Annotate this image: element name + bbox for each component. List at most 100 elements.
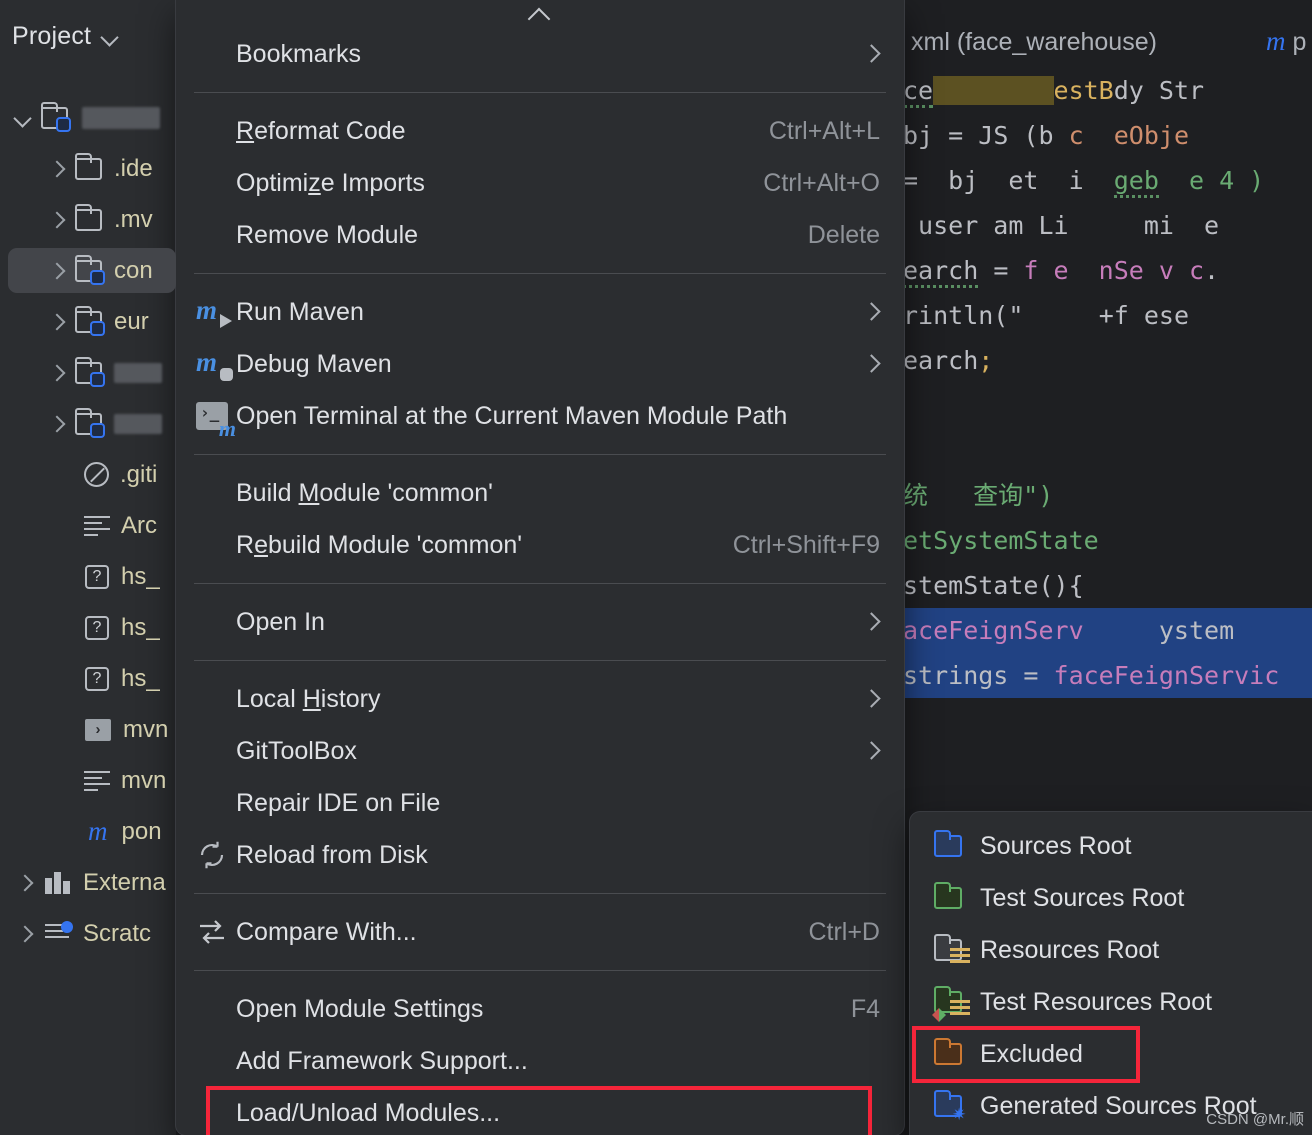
chevron-right-icon xyxy=(864,302,880,322)
test-resources-root-folder-icon xyxy=(932,986,980,1022)
chevron-down-icon[interactable] xyxy=(101,28,118,45)
menu-item-repair-ide-on-file[interactable]: Repair IDE on File xyxy=(176,777,904,829)
submenu-item-excluded[interactable]: Excluded xyxy=(910,1028,1312,1080)
menu-item-open-in[interactable]: Open In xyxy=(176,596,904,648)
gitignore-icon xyxy=(84,462,109,487)
menu-item-remove-module[interactable]: Remove Module Delete xyxy=(176,209,904,261)
editor-tab-pom[interactable]: m p xyxy=(1266,26,1306,57)
submenu-item-resources-root[interactable]: Resources Root xyxy=(910,924,1312,976)
editor-tab-xml-label: xml (face_warehouse) xyxy=(911,28,1157,56)
menu-item-load-unload-modules[interactable]: Load/Unload Modules... xyxy=(176,1087,904,1135)
menu-item-add-framework-support[interactable]: Add Framework Support... xyxy=(176,1035,904,1087)
context-menu[interactable]: Bookmarks Reformat Code Ctrl+Alt+L Optim… xyxy=(176,0,904,1135)
sidebar-item-external-libraries[interactable]: Externa xyxy=(0,857,176,908)
menu-item-shortcut: Ctrl+Shift+F9 xyxy=(732,530,880,559)
folder-module-icon xyxy=(41,101,71,132)
sidebar-item-label: mvn xyxy=(121,766,167,794)
sidebar-item-hs-2[interactable]: ? hs_ xyxy=(0,602,176,653)
project-panel-title[interactable]: Project xyxy=(0,0,176,51)
sidebar-item-eureka[interactable]: eur xyxy=(0,296,176,347)
scratches-icon xyxy=(45,920,73,944)
sidebar-item-module-5[interactable] xyxy=(0,347,176,398)
menu-separator xyxy=(194,970,886,971)
menu-item-bookmarks[interactable]: Bookmarks xyxy=(176,28,904,80)
sidebar-item-hs-3[interactable]: ? hs_ xyxy=(0,653,176,704)
submenu-item-test-sources-root[interactable]: Test Sources Root xyxy=(910,872,1312,924)
submenu-item-test-resources-root[interactable]: Test Resources Root xyxy=(910,976,1312,1028)
menu-item-open-terminal-at-maven-module-path[interactable]: ›_ m Open Terminal at the Current Maven M… xyxy=(176,390,904,442)
menu-item-label: Compare With... xyxy=(236,917,417,946)
test-sources-root-folder-icon xyxy=(934,882,980,913)
sidebar-item-scratches[interactable]: Scratc xyxy=(0,908,176,959)
script-file-icon: › xyxy=(85,718,111,741)
maven-terminal-icon: ›_ m xyxy=(196,402,236,440)
sidebar-item-label: hs_ xyxy=(121,664,160,692)
unknown-file-icon: ? xyxy=(85,615,109,640)
maven-run-icon: m xyxy=(196,297,236,328)
tree-item-root[interactable] xyxy=(0,92,176,143)
menu-item-reformat-code[interactable]: Reformat Code Ctrl+Alt+L xyxy=(176,105,904,157)
chevron-right-icon[interactable] xyxy=(46,363,66,383)
maven-pom-icon: m xyxy=(88,816,108,846)
menu-item-label: Build Module 'common' xyxy=(236,478,493,507)
menu-item-open-module-settings[interactable]: Open Module Settings F4 xyxy=(176,983,904,1035)
sidebar-item-label: .ide xyxy=(114,154,153,182)
folder-module-icon xyxy=(75,407,105,438)
menu-item-build-module[interactable]: Build Module 'common' xyxy=(176,467,904,519)
chevron-right-icon[interactable] xyxy=(46,159,66,179)
menu-item-debug-maven[interactable]: m Debug Maven xyxy=(176,338,904,390)
menu-separator xyxy=(194,583,886,584)
sidebar-item-label: hs_ xyxy=(121,562,160,590)
menu-item-run-maven[interactable]: m Run Maven xyxy=(176,286,904,338)
menu-item-reload-from-disk[interactable]: Reload from Disk xyxy=(176,829,904,881)
menu-item-local-history[interactable]: Local History xyxy=(176,673,904,725)
sidebar-item-gitignore[interactable]: .giti xyxy=(0,449,176,500)
mark-directory-as-submenu[interactable]: Sources Root Test Sources Root Resources… xyxy=(910,812,1312,1135)
menu-separator xyxy=(194,92,886,93)
excluded-folder-icon xyxy=(934,1038,980,1069)
sidebar-item-label: Scratc xyxy=(83,919,152,947)
chevron-right-icon[interactable] xyxy=(46,414,66,434)
generated-sources-root-folder-icon: ✷ xyxy=(934,1090,980,1123)
maven-debug-icon: m xyxy=(196,349,236,381)
menu-item-label: Bookmarks xyxy=(236,39,362,68)
menu-item-optimize-imports[interactable]: Optimize Imports Ctrl+Alt+O xyxy=(176,157,904,209)
sidebar-item-arc[interactable]: Arc xyxy=(0,500,176,551)
submenu-item-sources-root[interactable]: Sources Root xyxy=(910,820,1312,872)
menu-item-compare-with[interactable]: Compare With... Ctrl+D xyxy=(176,906,904,958)
menu-item-label: GitToolBox xyxy=(236,736,357,765)
chevron-right-icon[interactable] xyxy=(14,873,34,893)
maven-pom-icon: m xyxy=(1266,26,1286,56)
sources-root-folder-icon xyxy=(934,830,980,861)
sidebar-item-mvnw[interactable]: mvn xyxy=(0,755,176,806)
sidebar-item-hs-1[interactable]: ? hs_ xyxy=(0,551,176,602)
tree-item-root-label xyxy=(82,106,160,129)
sidebar-item-mvnw-cmd[interactable]: › mvn xyxy=(0,704,176,755)
chevron-right-icon[interactable] xyxy=(14,924,34,944)
chevron-right-icon[interactable] xyxy=(46,261,66,281)
menu-item-rebuild-module[interactable]: Rebuild Module 'common' Ctrl+Shift+F9 xyxy=(176,519,904,571)
sidebar-item-.mvn[interactable]: .mv xyxy=(0,194,176,245)
menu-item-label: Open In xyxy=(236,607,325,636)
chevron-right-icon[interactable] xyxy=(46,312,66,332)
sidebar-item-module-6[interactable] xyxy=(0,398,176,449)
chevron-up-icon[interactable] xyxy=(176,0,904,28)
menu-item-gittoolbox[interactable]: GitToolBox xyxy=(176,725,904,777)
menu-item-shortcut: Ctrl+D xyxy=(808,917,880,946)
chevron-down-icon[interactable] xyxy=(14,109,31,126)
menu-separator xyxy=(194,660,886,661)
unknown-file-icon: ? xyxy=(85,666,109,691)
submenu-item-label: Test Sources Root xyxy=(980,883,1185,912)
editor-tab-pom-label: p xyxy=(1292,28,1307,56)
folder-module-icon xyxy=(75,356,105,387)
menu-item-label: Run Maven xyxy=(236,297,364,326)
folder-icon xyxy=(75,203,102,231)
sidebar-item-pom[interactable]: m pon xyxy=(0,806,176,857)
ide-window: xml (face_warehouse) m p ce estBdy Str b… xyxy=(0,0,1312,1135)
editor-tab-xml[interactable]: xml (face_warehouse) xyxy=(911,28,1157,57)
project-tree[interactable]: .ide .mv con eur .giti Arc ? hs_ ? hs_ ?… xyxy=(0,92,176,959)
sidebar-item-common[interactable]: con xyxy=(0,245,176,296)
menu-item-shortcut: Ctrl+Alt+L xyxy=(768,116,880,145)
chevron-right-icon[interactable] xyxy=(46,210,66,230)
sidebar-item-.ide[interactable]: .ide xyxy=(0,143,176,194)
